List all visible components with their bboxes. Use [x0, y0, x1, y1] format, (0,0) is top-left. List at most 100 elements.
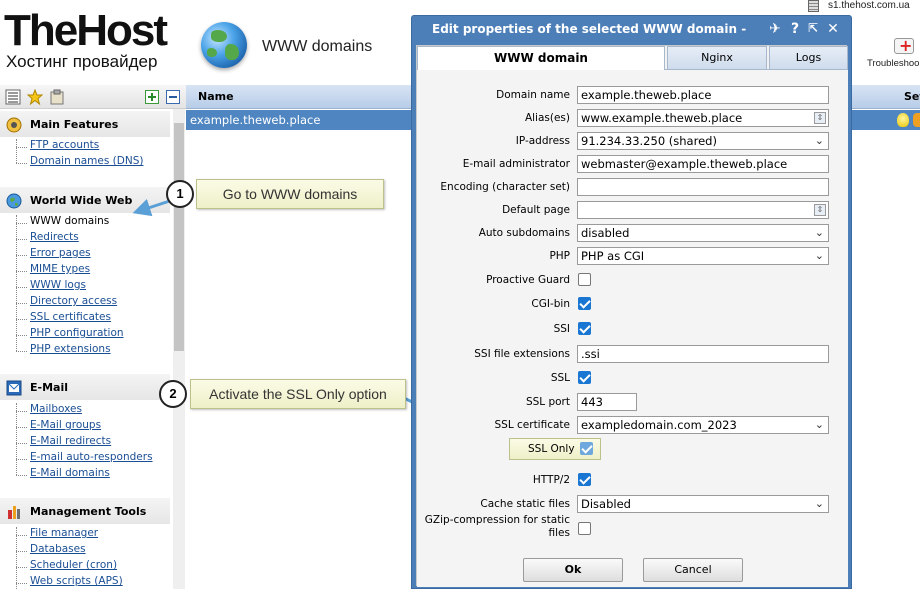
- ssl-only-checkbox[interactable]: [580, 442, 593, 455]
- default-page-expand-icon[interactable]: ⇕: [814, 204, 826, 216]
- ssl-port-input[interactable]: 443: [577, 393, 637, 411]
- tab-logs[interactable]: Logs: [769, 46, 848, 69]
- email-admin-input[interactable]: webmaster@example.theweb.place: [577, 155, 829, 173]
- row-domain-name: Domain name example.theweb.place: [417, 86, 848, 106]
- aliases-value: www.example.theweb.place: [581, 111, 743, 125]
- row-encoding: Encoding (character set): [417, 178, 848, 198]
- row-ssl-certificate: SSL certificate exampledomain.com_2023 ⌄: [417, 416, 848, 436]
- ssl-port-label: SSL port: [525, 396, 570, 408]
- sidebar-item-error-pages[interactable]: Error pages: [16, 247, 166, 263]
- logo-main-text: TheHost: [4, 6, 168, 55]
- sidebar-item-email-redirects[interactable]: E-Mail redirects: [16, 435, 166, 451]
- world-wide-web-icon: [6, 193, 22, 209]
- default-page-input[interactable]: ⇕: [577, 201, 829, 219]
- aliases-expand-icon[interactable]: ⇕: [814, 112, 826, 124]
- status-icon: [913, 113, 920, 127]
- row-proactive-guard: Proactive Guard: [417, 271, 848, 291]
- row-ssl: SSL: [417, 369, 848, 389]
- sidebar-item-web-scripts[interactable]: Web scripts (APS): [16, 575, 166, 589]
- cache-static-value: Disabled: [581, 497, 631, 511]
- ok-button[interactable]: Ok: [523, 558, 623, 582]
- sidebar-item-scheduler[interactable]: Scheduler (cron): [16, 559, 166, 575]
- encoding-label: Encoding (character set): [440, 181, 570, 193]
- ssl-only-highlight: SSL Only: [509, 438, 601, 460]
- troubleshoot-label: Troubleshoo: [867, 58, 920, 69]
- ssi-checkbox[interactable]: [578, 322, 591, 335]
- favorites-star-icon[interactable]: [27, 89, 43, 105]
- ssl-certificate-label: SSL certificate: [494, 419, 571, 431]
- sidebar-item-mime-types[interactable]: MIME types: [16, 263, 166, 279]
- sidebar-item-file-manager[interactable]: File manager: [16, 527, 166, 543]
- clipboard-icon[interactable]: [49, 89, 65, 105]
- sidebar-toolbar: [0, 85, 186, 109]
- sidebar-item-email-auto-responders[interactable]: E-mail auto-responders: [16, 451, 166, 467]
- sidebar-item-email-domains[interactable]: E-Mail domains: [16, 467, 166, 483]
- section-management-tools[interactable]: Management Tools: [0, 498, 170, 524]
- expand-all-icon[interactable]: [145, 90, 159, 104]
- section-title: Main Features: [30, 118, 119, 131]
- aliases-input[interactable]: www.example.theweb.place ⇕: [577, 109, 829, 127]
- row-http2: HTTP/2: [417, 471, 848, 491]
- php-select[interactable]: PHP as CGI ⌄: [577, 247, 829, 265]
- php-label: PHP: [549, 250, 570, 262]
- close-icon[interactable]: ✕: [826, 21, 840, 37]
- cancel-button[interactable]: Cancel: [643, 558, 743, 582]
- ip-address-select[interactable]: 91.234.33.250 (shared) ⌄: [577, 132, 829, 150]
- help-icon[interactable]: ?: [788, 21, 802, 37]
- sidebar-item-ssl-certificates[interactable]: SSL certificates: [16, 311, 166, 327]
- chevron-down-icon: ⌄: [814, 134, 824, 147]
- section-email[interactable]: E-Mail: [0, 374, 170, 400]
- tab-www-domain[interactable]: WWW domain: [417, 46, 665, 70]
- gzip-checkbox[interactable]: [578, 522, 591, 535]
- sidebar-item-www-domains[interactable]: WWW domains: [16, 215, 166, 231]
- auto-subdomains-select[interactable]: disabled ⌄: [577, 224, 829, 242]
- thehost-logo[interactable]: TheHost Хостинг провайдер: [0, 8, 190, 78]
- dialog-body: WWW domain Nginx Logs Domain name exampl…: [416, 45, 848, 587]
- sidebar-item-mailboxes[interactable]: Mailboxes: [16, 403, 166, 419]
- cgi-bin-checkbox[interactable]: [578, 297, 591, 310]
- section-main-features[interactable]: Main Features: [0, 111, 170, 137]
- callout-badge-2: 2: [159, 380, 187, 408]
- section-title: Management Tools: [30, 505, 147, 518]
- sidebar-item-databases[interactable]: Databases: [16, 543, 166, 559]
- cache-static-select[interactable]: Disabled ⌄: [577, 495, 829, 513]
- restore-window-icon[interactable]: ⇱: [806, 21, 820, 35]
- sidebar-item-php-configuration[interactable]: PHP configuration: [16, 327, 166, 343]
- dialog-title[interactable]: Edit properties of the selected WWW doma…: [432, 22, 750, 36]
- sidebar-item-domain-names[interactable]: Domain names (DNS): [16, 155, 166, 171]
- sidebar-item-email-groups[interactable]: E-Mail groups: [16, 419, 166, 435]
- cgi-bin-label: CGI-bin: [531, 298, 570, 310]
- edit-domain-dialog: Edit properties of the selected WWW doma…: [411, 15, 852, 589]
- domain-properties-form: Domain name example.theweb.place Alias(e…: [417, 70, 848, 587]
- sidebar-item-redirects[interactable]: Redirects: [16, 231, 166, 247]
- http2-checkbox[interactable]: [578, 473, 591, 486]
- ssl-checkbox[interactable]: [578, 371, 591, 384]
- domain-name-input[interactable]: example.theweb.place: [577, 86, 829, 104]
- sidebar-item-directory-access[interactable]: Directory access: [16, 295, 166, 311]
- ssi-extensions-input[interactable]: .ssi: [577, 345, 829, 363]
- row-ssi-extensions: SSI file extensions .ssi: [417, 345, 848, 365]
- tab-nginx[interactable]: Nginx: [667, 46, 767, 69]
- list-view-icon[interactable]: [5, 89, 21, 105]
- encoding-input[interactable]: [577, 178, 829, 196]
- proactive-guard-label: Proactive Guard: [486, 274, 570, 286]
- column-header-name[interactable]: Name: [198, 90, 234, 103]
- column-header-settings[interactable]: Set: [904, 90, 920, 103]
- auto-subdomains-value: disabled: [581, 226, 630, 240]
- sidebar-scroll-thumb[interactable]: [174, 123, 184, 351]
- pin-icon[interactable]: ✈: [768, 21, 782, 37]
- sidebar-item-www-logs[interactable]: WWW logs: [16, 279, 166, 295]
- row-gzip: GZip-compression for static files: [417, 514, 848, 540]
- sidebar-item-php-extensions[interactable]: PHP extensions: [16, 343, 166, 359]
- row-domain-name[interactable]: example.theweb.place: [190, 113, 320, 127]
- section-world-wide-web[interactable]: World Wide Web: [0, 187, 170, 213]
- sidebar-item-ftp-accounts[interactable]: FTP accounts: [16, 139, 166, 155]
- proactive-guard-checkbox[interactable]: [578, 273, 591, 286]
- auto-subdomains-label: Auto subdomains: [478, 227, 570, 239]
- default-page-label: Default page: [502, 204, 570, 216]
- collapse-all-icon[interactable]: [166, 90, 180, 104]
- troubleshoot-button[interactable]: Troubleshoo: [866, 36, 920, 78]
- chevron-down-icon: ⌄: [814, 418, 824, 431]
- www-globe-icon: [201, 22, 247, 68]
- ssl-certificate-select[interactable]: exampledomain.com_2023 ⌄: [577, 416, 829, 434]
